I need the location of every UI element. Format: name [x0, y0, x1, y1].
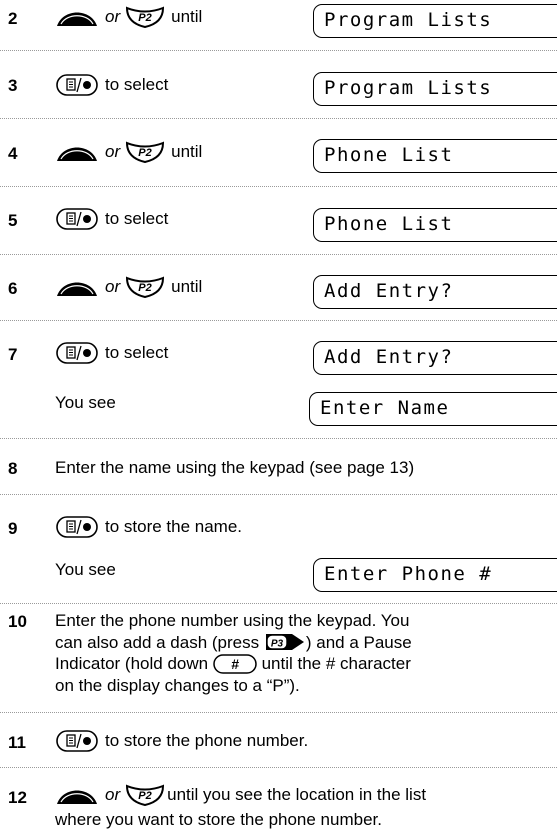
step-number: 5	[8, 211, 18, 230]
step-number: 11	[8, 733, 26, 752]
p3-key-icon: P3	[264, 632, 306, 652]
svg-text:P2: P2	[138, 12, 151, 24]
text-fragment: can also add a dash (press	[55, 632, 260, 652]
step-text: Enter the phone number using the keypad.…	[55, 610, 557, 696]
menu-select-key-icon	[55, 206, 99, 232]
p2-key-icon: P2	[125, 275, 165, 299]
step-action: until	[171, 277, 203, 296]
step-text-line: Indicator (hold down # until the # chara…	[55, 653, 557, 675]
lcd-display: Enter Phone #	[313, 558, 557, 592]
menu-select-key-icon	[55, 340, 99, 366]
step-action: until	[171, 7, 203, 26]
svg-text:P3: P3	[271, 639, 284, 650]
divider	[0, 438, 557, 439]
svg-text:P2: P2	[138, 790, 151, 802]
divider	[0, 254, 557, 255]
or-text: or	[105, 7, 121, 26]
svg-text:#: #	[231, 656, 239, 672]
scroll-up-key-icon	[55, 4, 99, 30]
lcd-display: Add Entry?	[313, 341, 557, 375]
lcd-display: Enter Name	[309, 392, 557, 426]
step-action: to select	[105, 75, 169, 94]
p2-key-icon: P2	[125, 5, 165, 29]
lcd-display: Add Entry?	[313, 275, 557, 309]
step-text-line: Enter the phone number using the keypad.…	[55, 611, 410, 630]
step-text-line: where you want to store the phone number…	[55, 810, 382, 829]
step-action: to store the name.	[105, 517, 243, 536]
scroll-up-key-icon	[55, 139, 99, 165]
lcd-display: Phone List	[313, 139, 557, 173]
step-text-line: until you see the location in the list	[167, 785, 427, 804]
step-number: 9	[8, 519, 18, 538]
step-number: 12	[8, 788, 27, 807]
step-action: until	[171, 142, 203, 161]
pound-key-icon: #	[213, 653, 257, 674]
or-text: or	[105, 785, 121, 804]
divider	[0, 494, 557, 495]
or-text: or	[105, 277, 121, 296]
text-fragment: Indicator (hold down	[55, 654, 209, 674]
divider	[0, 118, 557, 119]
step-action: to select	[105, 343, 169, 362]
text-fragment: until the # character	[261, 654, 411, 674]
lcd-display: Program Lists	[313, 4, 557, 38]
menu-select-key-icon	[55, 72, 99, 98]
step-number: 7	[8, 345, 18, 364]
divider	[0, 50, 557, 51]
step-number: 2	[8, 9, 18, 28]
step-number: 8	[8, 459, 18, 478]
p2-key-icon: P2	[125, 783, 165, 807]
text-fragment: ) and a Pause	[305, 632, 412, 652]
lcd-display: Program Lists	[313, 72, 557, 106]
step-action: to select	[105, 209, 169, 228]
step-text: Enter the name using the keypad (see pag…	[55, 458, 415, 477]
step-text-line: can also add a dash (press P3 ) and a Pa…	[55, 632, 557, 654]
step-number: 4	[8, 144, 18, 163]
scroll-up-key-icon	[55, 782, 99, 808]
step-number: 10	[8, 612, 27, 631]
svg-text:P2: P2	[138, 147, 151, 159]
divider	[0, 603, 557, 604]
svg-text:P2: P2	[138, 282, 151, 294]
lcd-display: Phone List	[313, 208, 557, 242]
p2-key-icon: P2	[125, 140, 165, 164]
divider	[0, 320, 557, 321]
divider	[0, 712, 557, 713]
or-text: or	[105, 142, 121, 161]
step-action: to store the phone number.	[105, 731, 309, 750]
divider	[0, 767, 557, 768]
menu-select-key-icon	[55, 514, 99, 540]
menu-select-key-icon	[55, 728, 99, 754]
step-number: 3	[8, 76, 18, 95]
step-number: 6	[8, 279, 18, 298]
step-text-line: on the display changes to a “P”).	[55, 675, 300, 695]
manual-page: 2 or P2 until Program Lists 3 to select …	[0, 0, 557, 835]
scroll-up-key-icon	[55, 274, 99, 300]
divider	[0, 186, 557, 187]
